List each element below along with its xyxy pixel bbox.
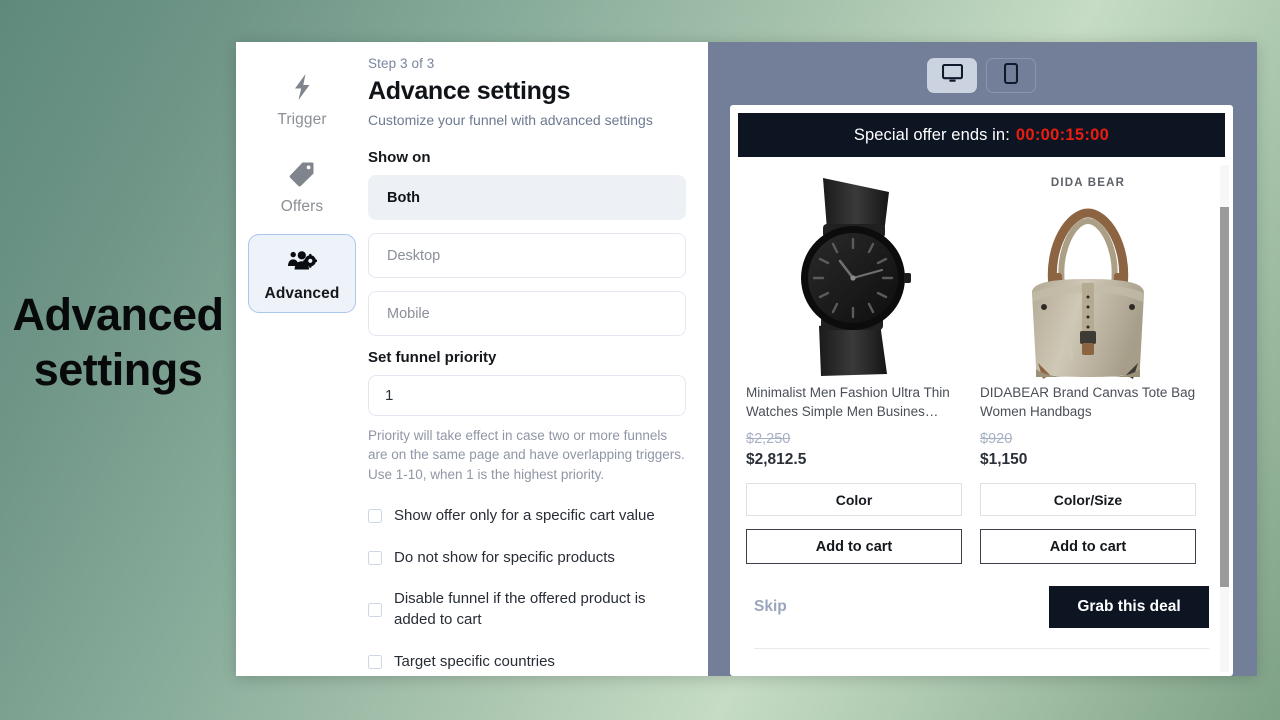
settings-panel: Trigger Offers Advanced Step 3 of 3 Adva… xyxy=(236,42,708,676)
product-image-bag: DIDA BEAR xyxy=(980,173,1196,383)
checkbox-label-disable-funnel: Disable funnel if the offered product is… xyxy=(394,590,646,628)
checkbox-row-target-countries[interactable]: Target specific countries xyxy=(368,652,686,673)
preview-panel: Special offer ends in: 00:00:15:00 Minim… xyxy=(708,42,1257,676)
checkbox-label-target-countries: Target specific countries xyxy=(394,652,555,670)
checkbox-icon[interactable] xyxy=(368,602,382,617)
footer-divider xyxy=(754,648,1209,649)
product-variant-selector-watch[interactable]: Color xyxy=(746,483,962,516)
offer-preview-card: Special offer ends in: 00:00:15:00 Minim… xyxy=(730,105,1233,676)
page-subtitle: Customize your funnel with advanced sett… xyxy=(368,112,653,128)
countdown-bar: Special offer ends in: 00:00:15:00 xyxy=(738,113,1225,157)
product-variant-label-bag: Color/Size xyxy=(1053,491,1123,508)
step-counter: Step 3 of 3 xyxy=(368,56,435,71)
show-on-option-both-label: Both xyxy=(387,189,421,206)
device-toggle-desktop[interactable] xyxy=(927,58,977,93)
settings-form: Step 3 of 3 Advance settings Customize y… xyxy=(368,42,708,676)
app-window: Trigger Offers Advanced Step 3 of 3 Adva… xyxy=(236,42,1257,676)
checkbox-row-specific-products[interactable]: Do not show for specific products xyxy=(368,548,686,569)
offer-body: Minimalist Men Fashion Ultra Thin Watche… xyxy=(738,157,1225,649)
device-toggle-mobile[interactable] xyxy=(986,58,1036,93)
overlay-caption: Advanced settings xyxy=(0,288,236,398)
add-to-cart-button-bag[interactable]: Add to cart xyxy=(980,529,1196,564)
product-old-price-bag: $920 xyxy=(980,431,1013,447)
checkbox-icon[interactable] xyxy=(368,550,382,565)
product-brand-bag: DIDA BEAR xyxy=(1050,177,1126,189)
product-title-bag: DIDABEAR Brand Canvas Tote Bag Women Han… xyxy=(980,385,1196,420)
priority-label: Set funnel priority xyxy=(368,349,497,366)
show-on-option-both[interactable]: Both xyxy=(368,175,686,220)
page-title: Advance settings xyxy=(368,77,571,105)
offer-footer: Skip Grab this deal xyxy=(746,564,1217,628)
product-new-price-watch: $2,812.5 xyxy=(746,451,807,468)
add-to-cart-label-bag: Add to cart xyxy=(1049,538,1127,555)
checkbox-label-cart-value: Show offer only for a specific cart valu… xyxy=(394,506,655,524)
show-on-option-mobile[interactable]: Mobile xyxy=(368,291,686,336)
priority-input-value: 1 xyxy=(385,387,394,404)
priority-input[interactable]: 1 xyxy=(368,375,686,416)
phone-icon xyxy=(1003,62,1019,89)
people-gear-icon xyxy=(287,246,317,276)
step-item-offers[interactable]: Offers xyxy=(248,147,356,226)
add-to-cart-label-watch: Add to cart xyxy=(815,538,893,555)
overlay-caption-line1: Advanced xyxy=(12,289,224,340)
show-on-option-desktop-label: Desktop xyxy=(387,247,441,264)
checkbox-icon[interactable] xyxy=(368,654,382,669)
device-toggle-group xyxy=(927,58,1036,93)
show-on-label: Show on xyxy=(368,149,431,166)
product-title-watch: Minimalist Men Fashion Ultra Thin Watche… xyxy=(746,385,950,420)
checkbox-row-cart-value[interactable]: Show offer only for a specific cart valu… xyxy=(368,506,686,527)
product-card-bag: DIDA BEAR DIDABEAR Brand Canvas Tote Bag… xyxy=(980,173,1196,564)
product-variant-selector-bag[interactable]: Color/Size xyxy=(980,483,1196,516)
steps-rail: Trigger Offers Advanced xyxy=(236,42,368,676)
step-label-trigger: Trigger xyxy=(277,111,327,128)
priority-helper-text: Priority will take effect in case two or… xyxy=(368,428,685,482)
product-image-watch xyxy=(746,173,962,383)
tag-icon xyxy=(289,159,315,189)
step-label-offers: Offers xyxy=(280,198,324,215)
skip-link[interactable]: Skip xyxy=(754,598,787,616)
product-old-price-watch: $2,250 xyxy=(746,431,791,447)
step-item-advanced[interactable]: Advanced xyxy=(248,234,356,313)
overlay-caption-line2: settings xyxy=(33,343,203,395)
monitor-icon xyxy=(941,63,963,88)
step-item-trigger[interactable]: Trigger xyxy=(248,60,356,139)
checkbox-label-specific-products: Do not show for specific products xyxy=(394,548,615,566)
product-card-watch: Minimalist Men Fashion Ultra Thin Watche… xyxy=(746,173,962,564)
product-variant-label-watch: Color xyxy=(835,491,873,508)
countdown-label: Special offer ends in: xyxy=(853,125,1010,144)
countdown-value: 00:00:15:00 xyxy=(1015,125,1110,144)
checkbox-row-disable-funnel[interactable]: Disable funnel if the offered product is… xyxy=(368,589,686,630)
show-on-option-mobile-label: Mobile xyxy=(387,305,430,322)
checkbox-icon[interactable] xyxy=(368,509,382,524)
lightning-bolt-icon xyxy=(291,72,313,102)
show-on-option-desktop[interactable]: Desktop xyxy=(368,233,686,278)
step-label-advanced: Advanced xyxy=(264,285,340,302)
preview-scrollbar-thumb[interactable] xyxy=(1220,207,1229,587)
add-to-cart-button-watch[interactable]: Add to cart xyxy=(746,529,962,564)
product-list: Minimalist Men Fashion Ultra Thin Watche… xyxy=(746,173,1217,564)
product-new-price-bag: $1,150 xyxy=(980,451,1028,468)
grab-deal-button[interactable]: Grab this deal xyxy=(1049,586,1209,628)
